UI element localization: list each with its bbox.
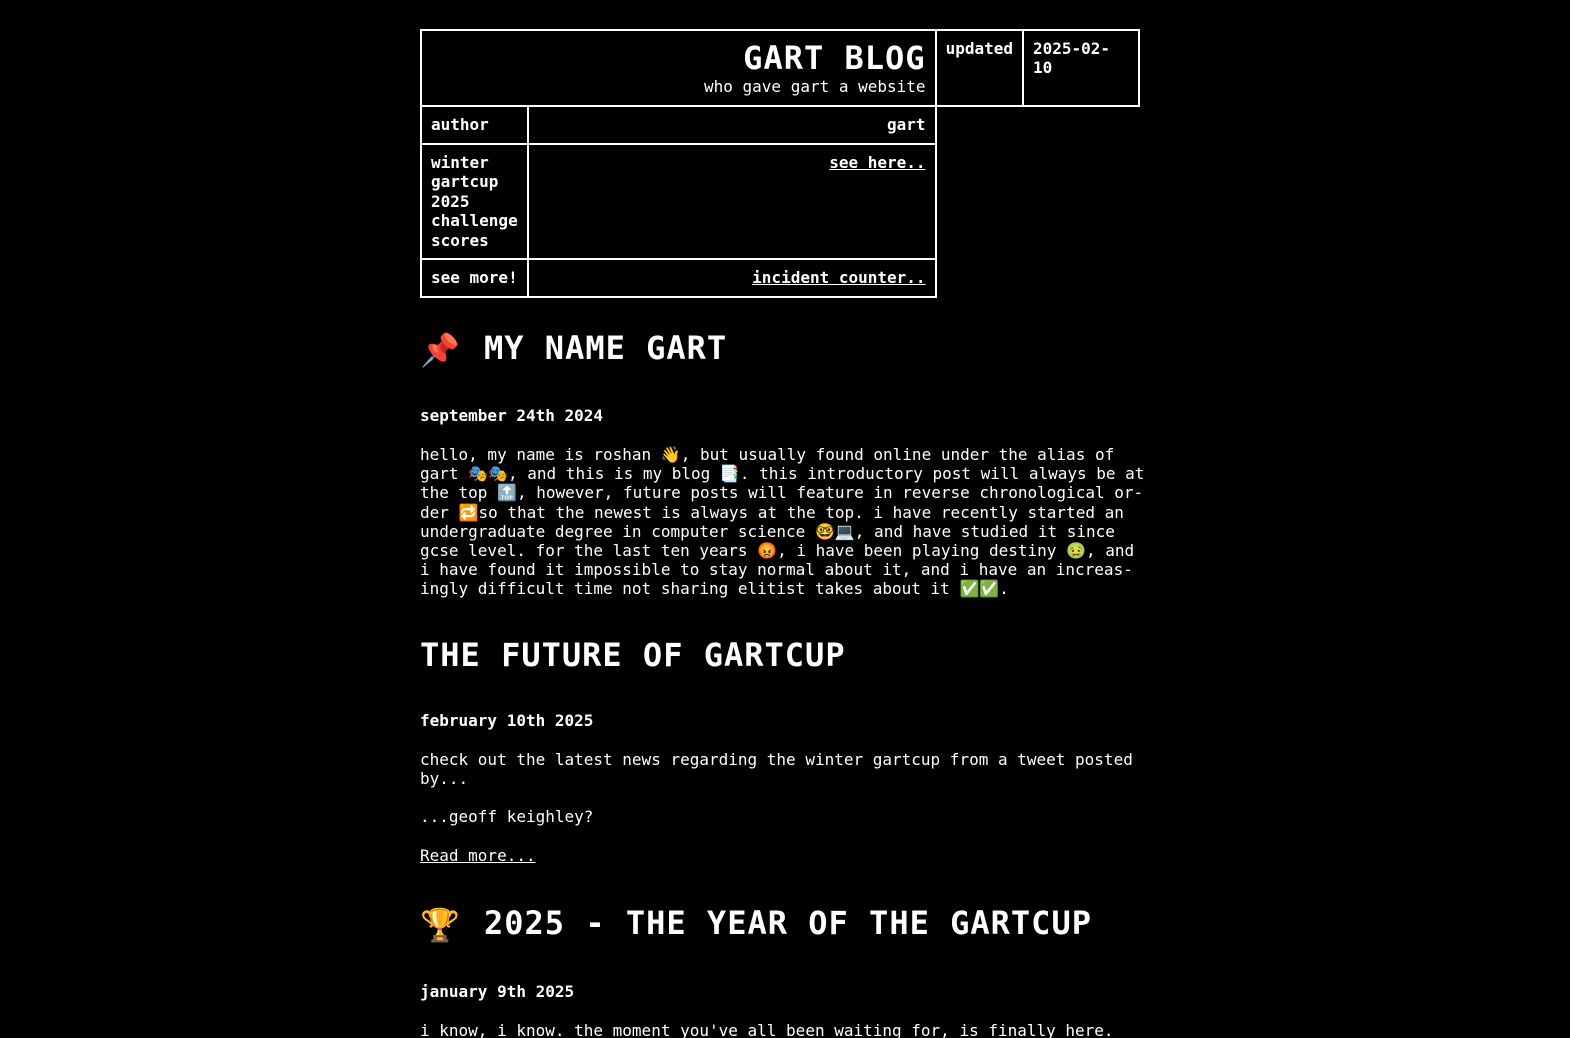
see-more-label: see more! xyxy=(420,258,529,298)
pushpin-icon: 📌 xyxy=(420,331,461,369)
post-year-of-gartcup: 🏆 2025 - THE YEAR OF THE GARTCUP january … xyxy=(420,903,1150,1038)
blog-title: GART BLOG xyxy=(743,39,926,77)
post-title: 📌 MY NAME GART xyxy=(420,328,1150,370)
post-title: 🏆 2025 - THE YEAR OF THE GARTCUP xyxy=(420,903,1150,945)
post-future-of-gartcup: THE FUTURE OF GARTCUP february 10th 2025… xyxy=(420,635,1150,865)
post-date: february 10th 2025 xyxy=(420,711,594,730)
read-more-link[interactable]: Read more... xyxy=(420,846,536,865)
author-value: gart xyxy=(526,105,937,145)
updated-label: updated xyxy=(934,29,1025,107)
post-title: THE FUTURE OF GARTCUP xyxy=(420,636,846,674)
post-date: september 24th 2024 xyxy=(420,406,604,425)
title-cell: GART BLOG who gave gart a website xyxy=(420,29,937,107)
page: GART BLOG who gave gart a website update… xyxy=(420,29,1150,1038)
see-here-link[interactable]: see here.. xyxy=(829,153,925,172)
post-body: hello, my name is roshan 👋, but usually … xyxy=(420,445,1155,599)
post-title-text: MY NAME GART xyxy=(484,329,728,367)
post-title-text: 2025 - THE YEAR OF THE GARTCUP xyxy=(484,904,1092,942)
post-my-name-gart: 📌 MY NAME GART september 24th 2024 hello,… xyxy=(420,328,1150,599)
incident-counter-link[interactable]: incident counter.. xyxy=(752,268,925,287)
incident-counter-cell: incident counter.. xyxy=(526,258,937,298)
post-body: check out the latest news regarding the … xyxy=(420,750,1143,789)
updated-value: 2025-02-10 xyxy=(1022,29,1140,107)
blog-subtitle: who gave gart a website xyxy=(704,77,926,96)
author-label: author xyxy=(420,105,529,145)
trophy-icon: 🏆 xyxy=(420,906,461,944)
post-body: ...geoff keighley? xyxy=(420,807,594,827)
challenge-scores-label: winter gartcup 2025 challenge scores xyxy=(420,142,529,260)
blog-header-table: GART BLOG who gave gart a website update… xyxy=(420,29,1140,298)
post-body: i know, i know. the moment you've all be… xyxy=(420,1021,1114,1038)
post-date: january 9th 2025 xyxy=(420,982,575,1001)
challenge-scores-cell: see here.. xyxy=(526,142,937,260)
